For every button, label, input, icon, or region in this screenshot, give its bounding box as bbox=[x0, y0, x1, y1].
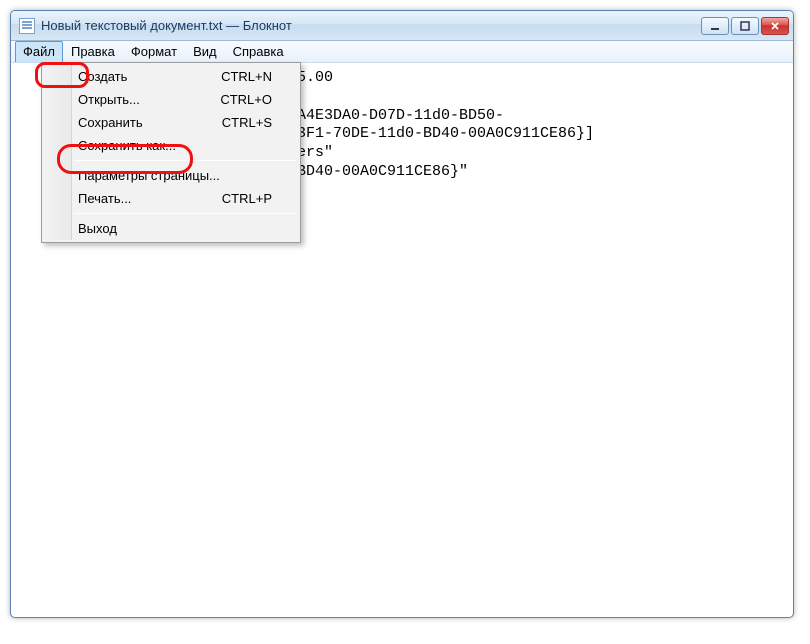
menu-item-shortcut: CTRL+S bbox=[222, 115, 272, 130]
menubar: Файл Правка Формат Вид Справка bbox=[11, 41, 793, 63]
menu-item-label: Печать... bbox=[78, 191, 131, 206]
menu-item-shortcut: CTRL+P bbox=[222, 191, 272, 206]
menu-separator bbox=[74, 213, 296, 214]
menu-item-print[interactable]: Печать... CTRL+P bbox=[44, 187, 298, 210]
menu-item-shortcut: CTRL+N bbox=[221, 69, 272, 84]
menu-separator bbox=[74, 160, 296, 161]
menu-item-shortcut: CTRL+O bbox=[220, 92, 272, 107]
menu-item-open[interactable]: Открыть... CTRL+O bbox=[44, 88, 298, 111]
menu-item-new[interactable]: Создать CTRL+N bbox=[44, 65, 298, 88]
menu-item-label: Сохранить bbox=[78, 115, 143, 130]
notepad-icon bbox=[19, 18, 35, 34]
menu-item-label: Открыть... bbox=[78, 92, 140, 107]
file-menu-dropdown: Создать CTRL+N Открыть... CTRL+O Сохрани… bbox=[41, 62, 301, 243]
menu-edit[interactable]: Правка bbox=[63, 41, 123, 62]
menu-item-label: Создать bbox=[78, 69, 127, 84]
menu-item-save-as[interactable]: Сохранить как... bbox=[44, 134, 298, 157]
close-button[interactable] bbox=[761, 17, 789, 35]
menu-help[interactable]: Справка bbox=[225, 41, 292, 62]
menu-view[interactable]: Вид bbox=[185, 41, 225, 62]
menu-item-label: Параметры страницы... bbox=[78, 168, 220, 183]
menu-item-label: Сохранить как... bbox=[78, 138, 176, 153]
menu-item-exit[interactable]: Выход bbox=[44, 217, 298, 240]
window-title: Новый текстовый документ.txt — Блокнот bbox=[41, 18, 701, 33]
minimize-button[interactable] bbox=[701, 17, 729, 35]
window-controls bbox=[701, 17, 789, 35]
menu-file[interactable]: Файл bbox=[15, 41, 63, 62]
menu-format[interactable]: Формат bbox=[123, 41, 185, 62]
menu-item-label: Выход bbox=[78, 221, 117, 236]
menu-item-page-setup[interactable]: Параметры страницы... bbox=[44, 164, 298, 187]
titlebar[interactable]: Новый текстовый документ.txt — Блокнот bbox=[11, 11, 793, 41]
notepad-window: Новый текстовый документ.txt — Блокнот Ф… bbox=[10, 10, 794, 618]
maximize-button[interactable] bbox=[731, 17, 759, 35]
menu-item-save[interactable]: Сохранить CTRL+S bbox=[44, 111, 298, 134]
